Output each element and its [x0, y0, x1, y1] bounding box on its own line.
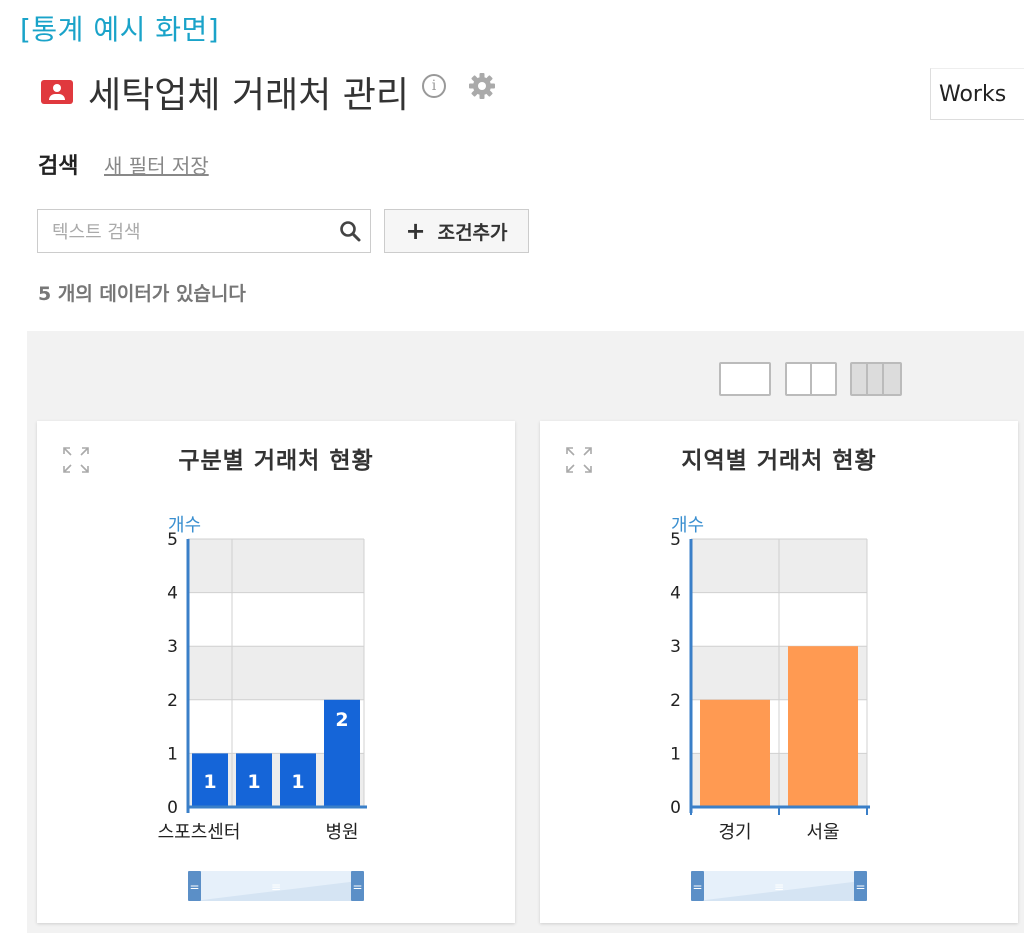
search-box: [37, 209, 371, 253]
range-slider-grip: ≡: [271, 880, 281, 894]
layout-one-column-button[interactable]: [719, 362, 771, 396]
search-icon[interactable]: [338, 219, 362, 243]
works-label: Works: [939, 82, 1007, 107]
add-condition-label: 조건추가: [437, 221, 508, 244]
search-input[interactable]: [50, 218, 334, 246]
data-label: 1: [247, 771, 260, 793]
data-label: 1: [291, 771, 304, 793]
gear-icon[interactable]: [466, 70, 498, 102]
y-tick-label: 1: [670, 744, 681, 764]
y-tick-label: 1: [167, 744, 178, 764]
data-label: 2: [335, 709, 348, 731]
y-tick-label: 0: [167, 798, 178, 818]
y-tick-label: 5: [167, 530, 178, 550]
bar-chart-region: 개수012345경기 서울≡= =: [670, 515, 870, 901]
handle-grip: =: [692, 880, 702, 894]
plus-icon: +: [405, 217, 426, 245]
search-heading: 검색: [38, 154, 79, 179]
contact-card-icon: [41, 80, 73, 104]
add-condition-button[interactable]: + 조건추가: [384, 209, 529, 253]
x-tick-label: 스포츠센터: [158, 822, 241, 843]
layout-three-column-button[interactable]: [850, 362, 902, 396]
x-tick-label: 병원: [325, 822, 358, 843]
bar-chart-category: 개수0123451 1 12스포츠센터 병원≡= =: [158, 515, 367, 901]
y-tick-label: 3: [167, 637, 178, 657]
bar: [788, 646, 858, 807]
handle-grip: =: [855, 880, 865, 894]
y-tick-label: 4: [670, 584, 681, 604]
handle-grip: =: [189, 880, 199, 894]
x-tick-label: 경기: [718, 822, 751, 843]
page-title: 세탁업체 거래처 관리: [88, 75, 409, 116]
y-tick-label: 0: [670, 798, 681, 818]
result-count: 5 개의 데이터가 있습니다: [38, 283, 246, 305]
y-tick-label: 2: [167, 691, 178, 711]
data-label: 1: [203, 771, 216, 793]
grid-band: [188, 646, 364, 700]
chart-card-region: 지역별 거래처 현황 개수 0 1 2 3 4 5 경기 서울 ≡ = =: [540, 421, 1018, 923]
y-tick-label: 2: [670, 691, 681, 711]
handle-grip: =: [352, 880, 362, 894]
grid-band: [188, 539, 364, 593]
layout-two-column-button[interactable]: [785, 362, 837, 396]
chart-card-category: 구분별 거래처 현황 개수 0 1 2 3 4 5 1 1 1 2 스포츠센터 병원 ≡ = =: [37, 421, 515, 923]
y-tick-label: 4: [167, 584, 178, 604]
bar: [700, 699, 770, 807]
works-button[interactable]: Works: [930, 68, 1024, 120]
range-slider-grip: ≡: [774, 880, 784, 894]
x-tick-label: 서울: [806, 822, 839, 843]
save-filter-link[interactable]: 새 필터 저장: [104, 150, 209, 179]
y-tick-label: 5: [670, 530, 681, 550]
screenshot-caption: [통계 예시 화면]: [20, 13, 220, 46]
y-tick-label: 3: [670, 637, 681, 657]
info-icon[interactable]: i: [422, 74, 446, 98]
